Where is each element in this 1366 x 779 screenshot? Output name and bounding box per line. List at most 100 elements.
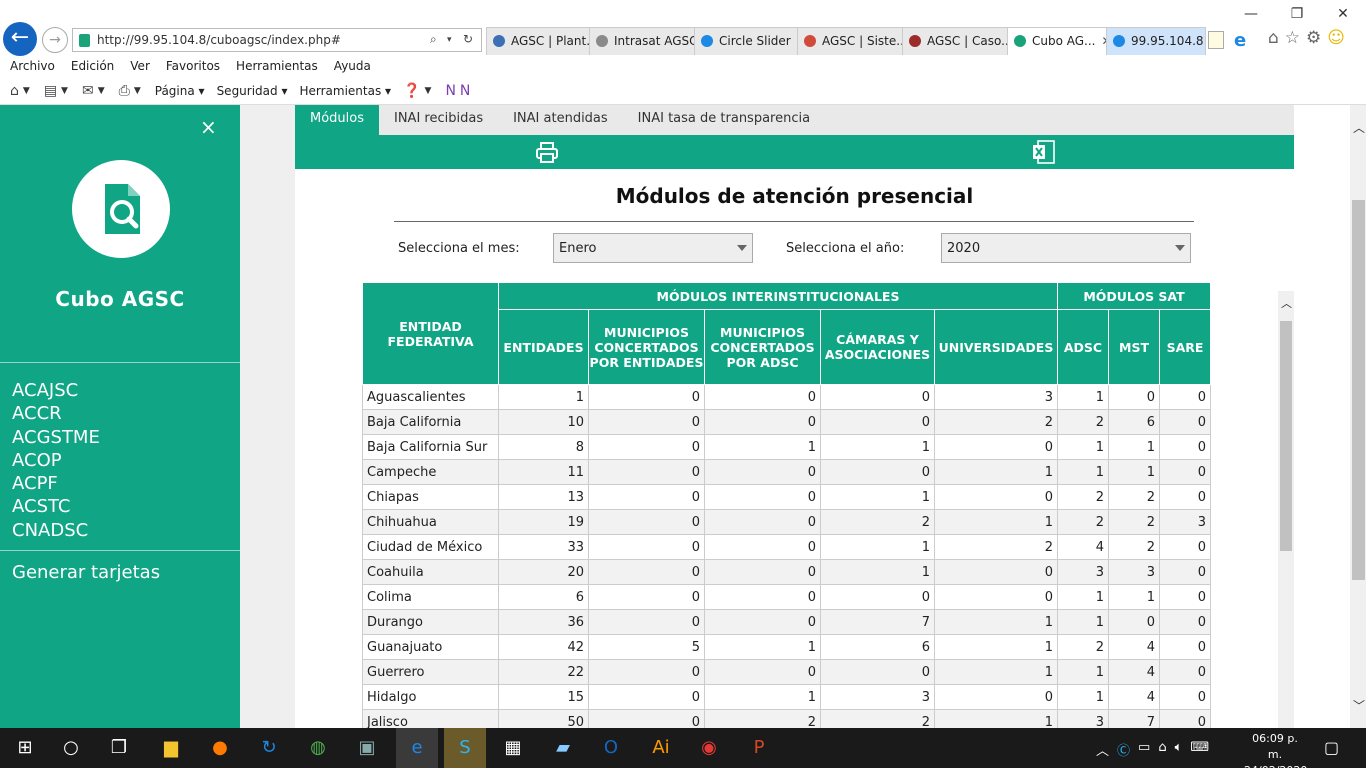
browser-tab[interactable]: 99.95.104.8: [1106, 27, 1206, 55]
chevron-up-icon[interactable]: ︿: [1281, 295, 1292, 311]
browser-tab[interactable]: AGSC | Plant...: [486, 27, 590, 55]
sidebar-item-accr[interactable]: ACCR: [12, 402, 100, 425]
taskbar-skype-active[interactable]: S: [444, 728, 486, 768]
browser-tab[interactable]: Intrasat AGSC: [589, 27, 695, 55]
value-cell: 3: [820, 684, 935, 710]
browser-tab[interactable]: Cubo AG...✕: [1007, 27, 1107, 55]
sidebar-item-acajsc[interactable]: ACAJSC: [12, 379, 100, 402]
chevron-down-icon[interactable]: ▼: [425, 86, 432, 96]
sidebar-item-acpf[interactable]: ACPF: [12, 472, 100, 495]
value-cell: 1: [1057, 459, 1109, 485]
search-circle-icon[interactable]: ○: [58, 736, 84, 760]
sync-icon[interactable]: ↻: [256, 736, 282, 760]
print-icon[interactable]: ⎙: [119, 83, 130, 99]
onenote-icon[interactable]: N: [445, 83, 455, 99]
state-cell: Jalisco: [362, 709, 499, 728]
smiley-icon[interactable]: ☺: [1327, 28, 1345, 48]
tab-inai-recibidas[interactable]: INAI recibidas: [379, 105, 498, 135]
menu-ver[interactable]: Ver: [130, 56, 150, 78]
tab-inai-tasa[interactable]: INAI tasa de transparencia: [623, 105, 825, 135]
browser-tab[interactable]: AGSC | Caso...: [902, 27, 1008, 55]
browser-tab[interactable]: Circle Slider: [694, 27, 798, 55]
state-cell: Hidalgo: [362, 684, 499, 710]
menu-ayuda[interactable]: Ayuda: [334, 56, 371, 78]
scrollbar-thumb[interactable]: [1352, 200, 1365, 580]
home-icon[interactable]: ⌂: [1268, 28, 1279, 48]
page-scrollbar[interactable]: ︿ ﹀: [1294, 105, 1366, 728]
taskbar-ie-active[interactable]: e: [396, 728, 438, 768]
task-view-icon[interactable]: ❐: [106, 736, 132, 760]
menu-favoritos[interactable]: Favoritos: [166, 56, 220, 78]
tab-modulos[interactable]: Módulos: [295, 105, 379, 135]
help-icon[interactable]: ❓: [403, 83, 420, 99]
clock[interactable]: 06:09 p. m. 24/02/2020: [1244, 731, 1307, 779]
globe-icon[interactable]: ◍: [305, 736, 331, 760]
restore-icon[interactable]: ❐: [1274, 0, 1320, 28]
windows-start-icon[interactable]: ⊞: [12, 736, 38, 760]
page-area: × Cubo AGSC ACAJSC ACCR ACGSTME ACOP ACP…: [0, 105, 1366, 728]
network-computer-icon[interactable]: ▣: [354, 736, 380, 760]
battery-icon[interactable]: ▭: [1138, 740, 1150, 759]
sync-tray-icon[interactable]: Ⓒ: [1117, 740, 1130, 759]
value-cell: 50: [498, 709, 589, 728]
close-window-icon[interactable]: ✕: [1320, 0, 1366, 28]
sidebar-item-cnadsc[interactable]: CNADSC: [12, 519, 100, 542]
new-tab-button[interactable]: [1208, 31, 1224, 49]
herramientas-menu[interactable]: Herramientas ▾: [299, 84, 391, 98]
state-cell: Aguascalientes: [362, 384, 499, 410]
menu-herramientas[interactable]: Herramientas: [236, 56, 318, 78]
tab-inai-atendidas[interactable]: INAI atendidas: [498, 105, 623, 135]
notes-icon[interactable]: ▰: [550, 736, 576, 760]
table-scrollbar[interactable]: ︿: [1278, 291, 1294, 728]
value-cell: 36: [498, 609, 589, 635]
sidebar-item-acgstme[interactable]: ACGSTME: [12, 426, 100, 449]
outlook-icon[interactable]: O: [598, 736, 624, 760]
sidebar-item-generar-tarjetas[interactable]: Generar tarjetas: [12, 562, 160, 583]
search-icon[interactable]: ⌕: [430, 32, 437, 47]
minimize-icon[interactable]: —: [1228, 0, 1274, 28]
chevron-up-icon[interactable]: ︿: [1096, 740, 1109, 759]
tab-favicon-icon: [1113, 35, 1125, 47]
chevron-down-icon[interactable]: ▼: [61, 86, 68, 96]
volume-icon[interactable]: 🔈︎: [1175, 740, 1183, 759]
menu-edicion[interactable]: Edición: [71, 56, 114, 78]
home-icon[interactable]: ⌂: [10, 83, 19, 99]
forward-button[interactable]: →: [42, 27, 68, 53]
close-sidebar-button[interactable]: ×: [200, 115, 217, 139]
print-icon[interactable]: [535, 140, 559, 164]
chevron-down-icon[interactable]: ▼: [98, 86, 105, 96]
file-explorer-icon[interactable]: ▆: [158, 736, 184, 760]
sidebar-item-acop[interactable]: ACOP: [12, 449, 100, 472]
favorites-star-icon[interactable]: ☆: [1285, 28, 1300, 48]
back-button[interactable]: ←: [3, 22, 37, 56]
scrollbar-thumb[interactable]: [1280, 321, 1292, 551]
pagina-menu[interactable]: Página ▾: [155, 84, 205, 98]
onenote-linked-icon[interactable]: N: [460, 83, 470, 99]
chevron-down-icon[interactable]: ▼: [134, 86, 141, 96]
menu-archivo[interactable]: Archivo: [10, 56, 55, 78]
dropdown-icon[interactable]: ▾: [447, 35, 452, 45]
network-icon[interactable]: ⌂: [1158, 740, 1166, 759]
chevron-up-icon[interactable]: ︿: [1353, 119, 1365, 136]
chrome-icon[interactable]: ◉: [696, 736, 722, 760]
seguridad-menu[interactable]: Seguridad ▾: [217, 84, 288, 98]
mail-icon[interactable]: ✉: [82, 83, 94, 99]
sidebar-item-acstc[interactable]: ACSTC: [12, 495, 100, 518]
excel-icon[interactable]: [1032, 139, 1056, 165]
powerpoint-icon[interactable]: P: [746, 736, 772, 760]
year-select[interactable]: 2020: [941, 233, 1191, 263]
value-cell: 7: [1108, 709, 1160, 728]
month-select[interactable]: Enero: [553, 233, 753, 263]
chevron-down-icon[interactable]: ▼: [23, 86, 30, 96]
keyboard-icon[interactable]: ⌨: [1190, 740, 1209, 759]
illustrator-icon[interactable]: Ai: [648, 736, 674, 760]
feeds-icon[interactable]: ▤: [44, 83, 57, 99]
address-bar[interactable]: http://99.95.104.8/cuboagsc/index.php# ⌕…: [72, 28, 482, 52]
calculator-icon[interactable]: ▦: [500, 736, 526, 760]
browser-tab[interactable]: AGSC | Siste...: [797, 27, 903, 55]
gear-icon[interactable]: ⚙: [1306, 28, 1321, 48]
refresh-icon[interactable]: ↻: [463, 32, 473, 46]
notifications-icon[interactable]: ▢: [1324, 738, 1339, 757]
firefox-icon[interactable]: ●: [207, 736, 233, 760]
chevron-down-icon[interactable]: ﹀: [1353, 697, 1365, 714]
